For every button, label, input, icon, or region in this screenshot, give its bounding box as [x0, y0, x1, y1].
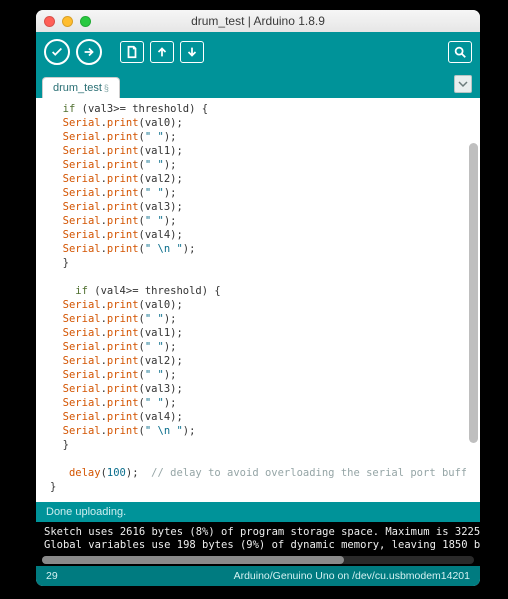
verify-button[interactable]	[44, 39, 70, 65]
code-editor[interactable]: if (val3>= threshold) { Serial.print(val…	[36, 98, 466, 502]
footer-bar: 29 Arduino/Genuino Uno on /dev/cu.usbmod…	[36, 566, 480, 586]
console[interactable]: Sketch uses 2616 bytes (8%) of program s…	[36, 522, 480, 566]
file-icon	[125, 45, 139, 59]
check-icon	[50, 45, 64, 59]
console-line: Sketch uses 2616 bytes (8%) of program s…	[44, 526, 472, 539]
arrow-right-icon	[82, 45, 96, 59]
arrow-down-icon	[185, 45, 199, 59]
app-window: drum_test | Arduino 1.8.9 drum_test§	[36, 10, 480, 586]
status-bar: Done uploading.	[36, 502, 480, 522]
window-controls	[44, 16, 91, 27]
upload-button[interactable]	[76, 39, 102, 65]
serial-monitor-icon	[453, 45, 467, 59]
titlebar[interactable]: drum_test | Arduino 1.8.9	[36, 10, 480, 32]
toolbar	[36, 32, 480, 72]
save-button[interactable]	[180, 41, 204, 63]
new-button[interactable]	[120, 41, 144, 63]
tab-marker: §	[104, 83, 109, 93]
editor-pane: if (val3>= threshold) { Serial.print(val…	[36, 98, 480, 502]
status-text: Done uploading.	[46, 506, 126, 518]
minimize-icon[interactable]	[62, 16, 73, 27]
chevron-down-icon	[458, 79, 468, 89]
arrow-up-icon	[155, 45, 169, 59]
serial-monitor-button[interactable]	[448, 41, 472, 63]
vertical-scrollbar[interactable]	[468, 98, 478, 502]
close-icon[interactable]	[44, 16, 55, 27]
tab-sketch[interactable]: drum_test§	[42, 77, 120, 98]
board-port-label: Arduino/Genuino Uno on /dev/cu.usbmodem1…	[234, 570, 470, 582]
zoom-icon[interactable]	[80, 16, 91, 27]
console-line: Global variables use 198 bytes (9%) of d…	[44, 539, 472, 552]
tab-menu-button[interactable]	[454, 75, 472, 93]
tab-label: drum_test	[53, 82, 102, 94]
scrollbar-thumb[interactable]	[469, 143, 478, 443]
tab-bar: drum_test§	[36, 72, 480, 98]
window-title: drum_test | Arduino 1.8.9	[36, 14, 480, 28]
horizontal-scrollbar[interactable]	[42, 556, 474, 564]
open-button[interactable]	[150, 41, 174, 63]
line-number: 29	[46, 570, 58, 582]
scrollbar-thumb[interactable]	[42, 556, 344, 564]
